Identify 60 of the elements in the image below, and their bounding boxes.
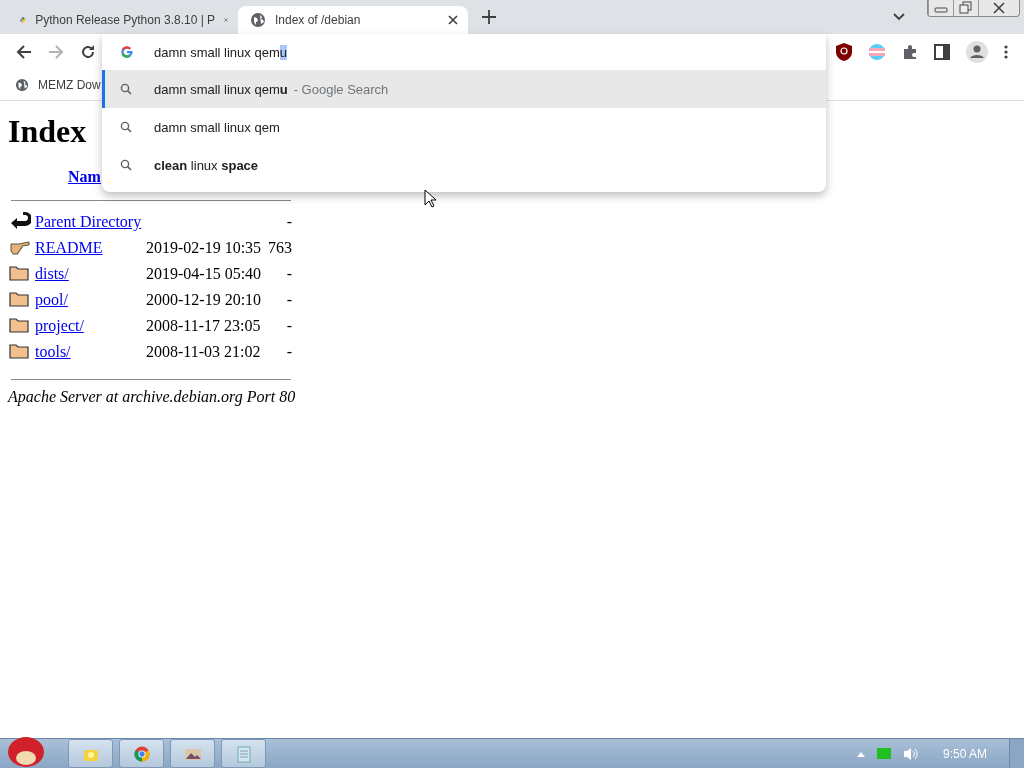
file-size: -	[286, 265, 292, 282]
globe-icon	[15, 78, 29, 92]
search-icon	[120, 83, 132, 95]
file-size: -	[286, 343, 292, 360]
file-link[interactable]: pool/	[35, 291, 68, 308]
folder-icon	[9, 289, 29, 307]
modified-date: 2008-11-17 23:05	[146, 317, 261, 334]
suggestion-text: clean linux space	[154, 157, 259, 173]
column-header-link[interactable]: Nam	[68, 168, 101, 185]
google-icon	[120, 45, 134, 59]
file-link[interactable]: dists/	[35, 265, 69, 282]
suggestion-text: damn small linux qem	[154, 119, 280, 135]
puzzle-icon[interactable]	[902, 44, 918, 60]
suggestion-item[interactable]: damn small linux qem	[102, 108, 826, 146]
bookmark-title: MEMZ Dow	[38, 78, 101, 92]
modified-date: 2000-12-19 20:10	[146, 291, 262, 308]
suggestion-item[interactable]: clean linux space	[102, 146, 826, 184]
suggestion-text: damn small linux qemu	[154, 81, 288, 97]
suggestion-hint: - Google Search	[293, 81, 389, 97]
notepad-icon	[236, 744, 251, 763]
server-signature: Apache Server at archive.debian.org Port 80	[8, 388, 297, 406]
tab-title: Index of /debian	[275, 13, 362, 27]
file-size: -	[286, 291, 292, 308]
file-size: 763	[268, 239, 292, 256]
folder-icon	[9, 315, 29, 333]
page-heading: Index	[8, 113, 87, 150]
modified-date: 2019-04-15 05:40	[146, 265, 262, 282]
browser-tab[interactable]: Index of /debian	[238, 6, 468, 34]
close-icon[interactable]	[448, 15, 458, 25]
suggestion-item[interactable]: damn small linux qemu - Google Search	[102, 70, 826, 108]
chrome-icon	[133, 745, 150, 762]
file-link[interactable]: README	[35, 239, 103, 256]
clock: 9:50 AM	[942, 746, 987, 761]
tab-title: Python Release Python 3.8.10 | P	[35, 13, 216, 27]
plus-icon[interactable]	[482, 10, 496, 24]
folder-icon	[9, 341, 29, 359]
taskbar-button[interactable]	[170, 739, 215, 768]
file-link[interactable]: tools/	[35, 343, 71, 360]
address-field[interactable]: damn small linux qemu	[154, 44, 287, 60]
shield-icon[interactable]	[836, 43, 852, 61]
file-link[interactable]: Parent Directory	[35, 213, 142, 230]
back-arrow-icon	[9, 210, 31, 230]
file-size: -	[286, 213, 292, 230]
browser-tab[interactable]: Python Release Python 3.8.10 | P	[8, 6, 238, 34]
file-size: -	[286, 317, 292, 334]
modified-date: 2019-02-19 10:35	[146, 239, 262, 256]
avatar-icon[interactable]	[966, 41, 988, 63]
globe-icon	[250, 12, 266, 28]
taskbar-button[interactable]	[119, 739, 164, 768]
modified-date: 2008-11-03 21:02	[146, 343, 261, 360]
bookmark[interactable]: MEMZ Dow	[15, 78, 101, 92]
folder-icon	[9, 263, 29, 281]
menu-icon[interactable]	[1004, 45, 1008, 59]
file-link[interactable]: project/	[35, 317, 84, 334]
search-icon	[120, 159, 132, 171]
search-icon	[120, 121, 132, 133]
reload-icon[interactable]	[80, 44, 96, 60]
chevron-down-icon[interactable]	[893, 13, 905, 21]
side-panel-icon[interactable]	[934, 44, 950, 60]
back-icon[interactable]	[16, 44, 32, 60]
